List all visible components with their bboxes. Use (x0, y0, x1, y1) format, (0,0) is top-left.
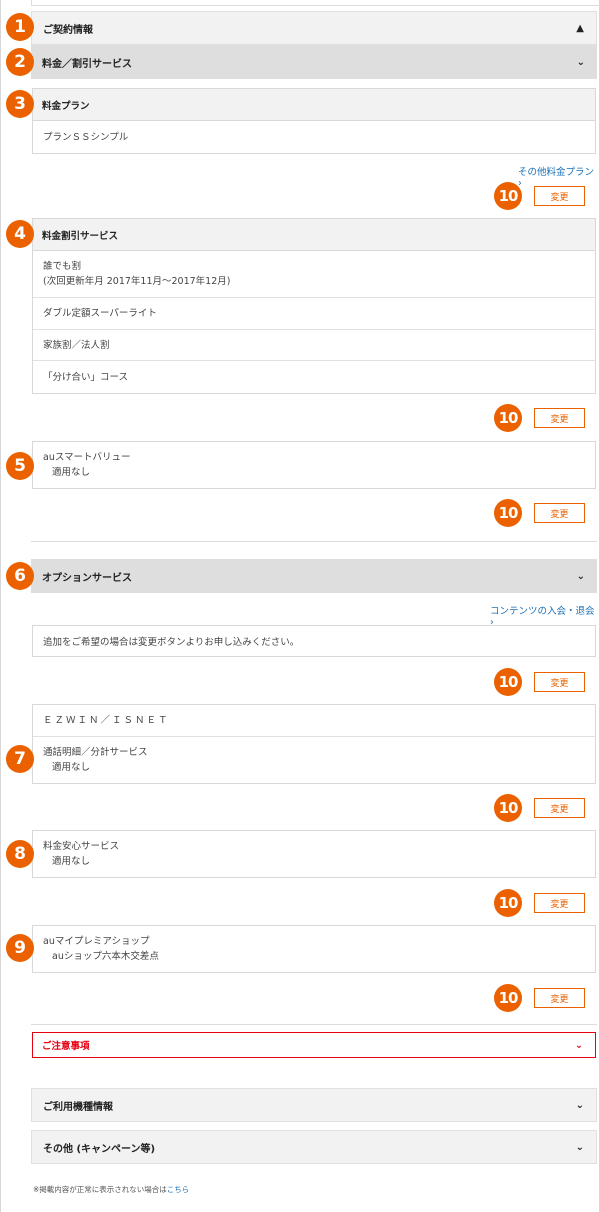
callout-badge: 10 (494, 668, 522, 696)
callout-badge: 4 (6, 220, 34, 248)
options-hint-box: 追加をご希望の場合は変更ボタンよりお申し込みください。 (32, 625, 596, 657)
premier-shop-box: auマイプレミアショップ auショップ六本木交差点 (32, 925, 596, 973)
change-button-premier-shop[interactable]: 変更 (534, 988, 585, 1008)
ezweb-box: ＥＺＷＩＮ／ＩＳＮＥＴ 通話明細／分計サービス 適用なし (32, 704, 596, 784)
discount-services-box: 料金割引サービス 誰でも割 (次回更新年月 2017年11月～2017年12月)… (32, 218, 596, 394)
premier-shop-label: auマイプレミアショップ (43, 936, 150, 947)
notice-accordion[interactable]: ご注意事項 ⌄ (32, 1032, 596, 1058)
ezweb-name: ＥＺＷＩＮ／ＩＳＮＥＴ (33, 705, 595, 737)
discount-item: ダブル定額スーパーライト (33, 298, 595, 330)
callout-badge: 10 (494, 499, 522, 527)
smart-value-status: 適用なし (52, 467, 91, 478)
chevron-down-icon: ⌄ (575, 1141, 584, 1153)
callout-badge: 8 (6, 840, 34, 868)
premier-shop-name: auショップ六本木交差点 (52, 951, 159, 962)
discount-item: 「分け合い」コース (43, 371, 129, 383)
smart-value-name: auスマートバリュー (43, 452, 131, 463)
other-campaign-header[interactable]: その他 (キャンペーン等) ⌄ (31, 1130, 597, 1164)
rate-plan-name: プランＳＳシンプル (43, 131, 129, 143)
option-services-header[interactable]: オプションサービス ⌄ (31, 559, 597, 593)
chevron-down-icon: ⌄ (576, 56, 585, 68)
notice-title: ご注意事項 (42, 1041, 90, 1052)
callout-badge: 10 (494, 182, 522, 210)
fee-safety-status: 適用なし (52, 856, 91, 867)
fee-safety-box: 料金安心サービス 適用なし (32, 830, 596, 878)
rate-plan-box: 料金プラン プランＳＳシンプル (32, 88, 596, 154)
chevron-up-icon: ▲ (576, 22, 584, 34)
page-frame: ご契約情報 ▲ 料金／割引サービス ⌄ 料金プラン プランＳＳシンプル その他料… (0, 0, 600, 1212)
option-services-title: オプションサービス (42, 572, 132, 584)
fees-discounts-header[interactable]: 料金／割引サービス ⌄ (31, 45, 597, 79)
callout-badge: 3 (6, 90, 34, 118)
rate-plan-title: 料金プラン (33, 89, 595, 121)
change-button-fee-safety[interactable]: 変更 (534, 893, 585, 913)
discount-services-title: 料金割引サービス (33, 219, 595, 251)
fees-discounts-title: 料金／割引サービス (42, 58, 132, 70)
device-info-title: ご利用機種情報 (43, 1101, 113, 1113)
contract-info-title: ご契約情報 (43, 24, 93, 36)
options-hint-text: 追加をご希望の場合は変更ボタンよりお申し込みください。 (43, 637, 300, 648)
discount-item: 家族割／法人割 (33, 330, 595, 361)
smart-value-box: auスマートバリュー 適用なし (32, 441, 596, 489)
callout-badge: 2 (6, 48, 34, 76)
other-campaign-title: その他 (キャンペーン等) (43, 1143, 156, 1155)
footnote-text: ※掲載内容が正常に表示されない場合は (33, 1185, 167, 1194)
callout-badge: 10 (494, 404, 522, 432)
change-button-smart-value[interactable]: 変更 (534, 503, 585, 523)
discount-item: 誰でも割 (次回更新年月 2017年11月～2017年12月) (33, 251, 595, 298)
callout-badge: 5 (6, 452, 34, 480)
callout-badge: 9 (6, 934, 34, 962)
change-button-ezweb[interactable]: 変更 (534, 798, 585, 818)
callout-badge: 10 (494, 984, 522, 1012)
divider (31, 541, 597, 542)
device-info-header[interactable]: ご利用機種情報 ⌄ (31, 1088, 597, 1122)
footnote: ※掲載内容が正常に表示されない場合はこちら (33, 1184, 189, 1195)
change-button-discounts[interactable]: 変更 (534, 408, 585, 428)
footnote-link[interactable]: こちら (167, 1185, 190, 1194)
chevron-down-icon: ⌄ (575, 1099, 584, 1111)
chevron-down-icon: ⌄ (575, 1039, 583, 1051)
callout-badge: 10 (494, 794, 522, 822)
itemized-billing-name: 通話明細／分計サービス (43, 747, 148, 758)
fee-safety-name: 料金安心サービス (43, 841, 120, 852)
top-border (31, 0, 600, 6)
chevron-down-icon: ⌄ (576, 570, 585, 582)
discount-item-renewal: (次回更新年月 2017年11月～2017年12月) (43, 276, 231, 287)
callout-badge: 10 (494, 889, 522, 917)
callout-badge: 1 (6, 13, 34, 41)
change-button-plan[interactable]: 変更 (534, 186, 585, 206)
itemized-billing-status: 適用なし (52, 762, 91, 773)
itemized-billing-item: 通話明細／分計サービス 適用なし (33, 737, 595, 783)
change-button-options[interactable]: 変更 (534, 672, 585, 692)
contract-info-header[interactable]: ご契約情報 ▲ (31, 11, 597, 45)
callout-badge: 7 (6, 745, 34, 773)
discount-item-name: 誰でも割 (43, 261, 82, 272)
divider (31, 1024, 597, 1025)
callout-badge: 6 (6, 562, 34, 590)
